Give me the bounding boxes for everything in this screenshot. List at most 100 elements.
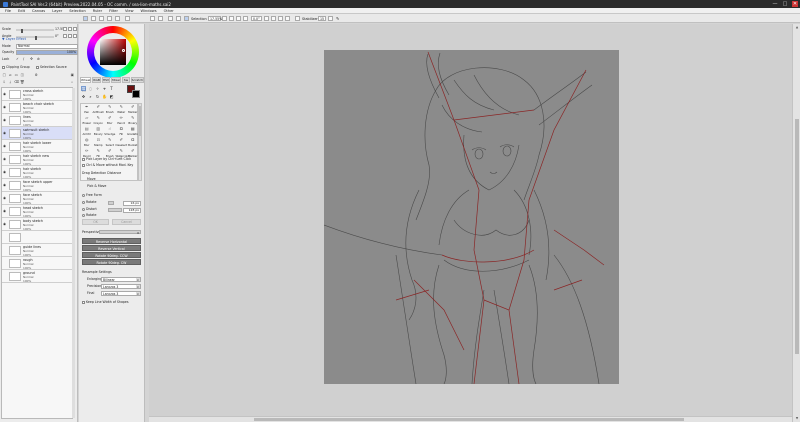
layer-row[interactable]: ◉ lines Normal 100% — [2, 114, 73, 127]
visibility-icon[interactable] — [3, 248, 7, 252]
scroll-down-icon[interactable]: ▼ — [794, 416, 800, 421]
pen-pressure-icon[interactable]: ✎ — [336, 16, 341, 21]
pointer-tool-icon[interactable] — [83, 16, 88, 21]
color-wheel[interactable] — [87, 26, 139, 78]
color-marker[interactable] — [122, 49, 125, 52]
visibility-icon[interactable]: ◉ — [3, 196, 7, 200]
canvas-horizontal-scrollbar[interactable] — [149, 416, 792, 422]
tab-swatches[interactable]: Sw — [122, 77, 130, 83]
pick-move-slider[interactable] — [108, 208, 122, 212]
menu-ruler[interactable]: Ruler — [93, 9, 102, 13]
scale-thumb[interactable] — [21, 29, 23, 33]
canvas-vertical-scrollbar[interactable]: ▲ ▼ — [792, 24, 800, 422]
angle-field[interactable]: 0.0° — [251, 16, 262, 21]
rotate-radio[interactable] — [82, 213, 85, 217]
rotate-ccw-button[interactable]: Rotate 90deg. CCW — [82, 252, 141, 258]
visibility-icon[interactable]: ◉ — [3, 209, 7, 213]
layer-list-scrollbar[interactable] — [72, 88, 75, 418]
tool-crayon[interactable]: ✎ Crayon — [93, 115, 105, 126]
tool-smudge[interactable]: ☝ Smudge — [104, 126, 116, 137]
hand-tool-icon[interactable]: ✋ — [102, 94, 107, 99]
canvas-artwork[interactable] — [324, 50, 619, 384]
cancel-button[interactable]: Cancel — [112, 219, 141, 225]
tool-marker[interactable]: ✐ Marker — [127, 104, 139, 115]
move-tool-icon[interactable]: ✥ — [81, 94, 86, 99]
sub-color-icon[interactable]: ◩ — [109, 94, 114, 99]
layer-search-icon[interactable]: ⌕ — [70, 80, 75, 85]
move-distance-value[interactable]: 16 px — [123, 201, 141, 206]
magic-wand-icon[interactable]: ✧ — [95, 86, 100, 91]
layer-list[interactable]: ◉ cross sketch Normal 100% ◉ beach chair… — [1, 87, 75, 419]
new-linework-icon[interactable]: ⧄ — [8, 73, 13, 78]
keep-line-width-checkbox[interactable] — [82, 300, 85, 304]
delete-layer-icon[interactable]: 🗑 — [20, 80, 25, 85]
visibility-icon[interactable]: ◉ — [3, 105, 7, 109]
selection-source-check[interactable]: Selection Source — [36, 65, 67, 69]
layer-row[interactable]: ◉ beach chair sketch Normal 100% — [2, 101, 73, 114]
stabilizer-dropdown-icon[interactable] — [328, 16, 333, 21]
tool-grid-scroll-thumb[interactable] — [139, 106, 141, 136]
keep-line-width-option[interactable]: Keep Line Width of Shapes — [82, 300, 129, 305]
visibility-icon[interactable]: ◉ — [3, 118, 7, 122]
zoom-fit-icon[interactable] — [243, 16, 248, 21]
new-canvas-icon[interactable] — [150, 16, 155, 21]
menu-view[interactable]: View — [125, 9, 134, 13]
tool-airctrl[interactable]: ▤ AirCtrl — [81, 126, 93, 137]
cut-move-option[interactable]: Ctrl & Move without Mod. Key — [82, 163, 133, 168]
transform-rotate-2[interactable]: Rotate — [82, 213, 96, 218]
secondary-color-swatch[interactable] — [132, 90, 140, 98]
layout-grid-icon[interactable] — [107, 16, 112, 21]
save-icon[interactable] — [168, 16, 173, 21]
visibility-icon[interactable]: ◉ — [3, 157, 7, 161]
visibility-icon[interactable]: ◉ — [3, 131, 7, 135]
enlarging-select[interactable]: Bilinear ▾ — [101, 277, 141, 282]
layout-split-icon[interactable] — [99, 16, 104, 21]
lasso-tool-icon[interactable]: ◌ — [88, 86, 93, 91]
tool-airbrush[interactable]: ✐ AirBrush — [93, 104, 105, 115]
layer-row[interactable] — [2, 231, 73, 244]
clipping-group-check[interactable]: Clipping Group — [2, 65, 30, 69]
layer-row[interactable]: ◉ cross sketch Normal 100% — [2, 88, 73, 101]
tool-deselect[interactable]: ✐ Deselect — [116, 137, 128, 148]
menu-layer[interactable]: Layer — [52, 9, 62, 13]
tool-binary-2[interactable]: ▥ Binary — [93, 126, 105, 137]
rotate-radio[interactable] — [82, 200, 85, 204]
rotate-reset-icon[interactable] — [278, 16, 283, 21]
menu-edit[interactable]: Edit — [18, 9, 25, 13]
scale-plus-button[interactable] — [68, 27, 72, 31]
selection-checkbox[interactable] — [184, 16, 189, 21]
opacity-slider[interactable]: 100% — [16, 50, 78, 55]
visibility-icon[interactable] — [3, 274, 7, 278]
rotate-cw-button[interactable]: Rotate 90deg. CW — [82, 259, 141, 265]
layout-single-icon[interactable] — [91, 16, 96, 21]
tool-bucket[interactable]: ⛾ Bucket — [127, 137, 139, 148]
layer-row[interactable]: ◉ hair sketch new Normal 100% — [2, 153, 73, 166]
angle-minus-button[interactable] — [63, 34, 67, 38]
layer-settings-icon[interactable]: ⚙ — [34, 73, 39, 78]
zoom-tool-icon[interactable]: ⌕ — [88, 94, 93, 99]
new-mask-icon[interactable]: ◫ — [20, 73, 25, 78]
stabilizer-field[interactable]: 15 — [318, 16, 326, 21]
canvas-viewport[interactable] — [149, 24, 792, 416]
transfer-down-icon[interactable]: ⇩ — [2, 80, 7, 85]
flip-view-icon[interactable] — [285, 16, 290, 21]
tool-brush[interactable]: ✎ Brush — [104, 104, 116, 115]
visibility-icon[interactable] — [3, 261, 7, 265]
tab-mixer[interactable]: Mixer — [111, 77, 122, 83]
eyedropper-icon[interactable]: ⌖ — [102, 86, 107, 91]
rotate-tool-icon[interactable]: ↻ — [95, 94, 100, 99]
pick-layer-option[interactable]: Pick Layer by Ctrl+Left Click — [82, 157, 131, 162]
maximize-button[interactable]: □ — [782, 1, 788, 7]
selection-source-checkbox[interactable] — [36, 65, 39, 69]
saturation-value-square[interactable] — [100, 39, 126, 65]
visibility-icon[interactable]: ◉ — [3, 92, 7, 96]
reverse-horizontal-button[interactable]: Reverse Horizontal — [82, 238, 141, 244]
scale-track[interactable] — [16, 28, 54, 33]
visibility-icon[interactable]: ◉ — [3, 144, 7, 148]
vertical-scroll-thumb[interactable] — [795, 119, 799, 354]
layer-row[interactable]: ◉ head sketch Normal 100% — [2, 205, 73, 218]
layer-row[interactable]: guide lines Normal 100% — [2, 244, 73, 257]
move-distance-slider[interactable] — [108, 201, 114, 205]
lock-paint-icon[interactable]: ∕ — [23, 57, 24, 61]
layer-row[interactable]: rough Normal 100% — [2, 257, 73, 270]
